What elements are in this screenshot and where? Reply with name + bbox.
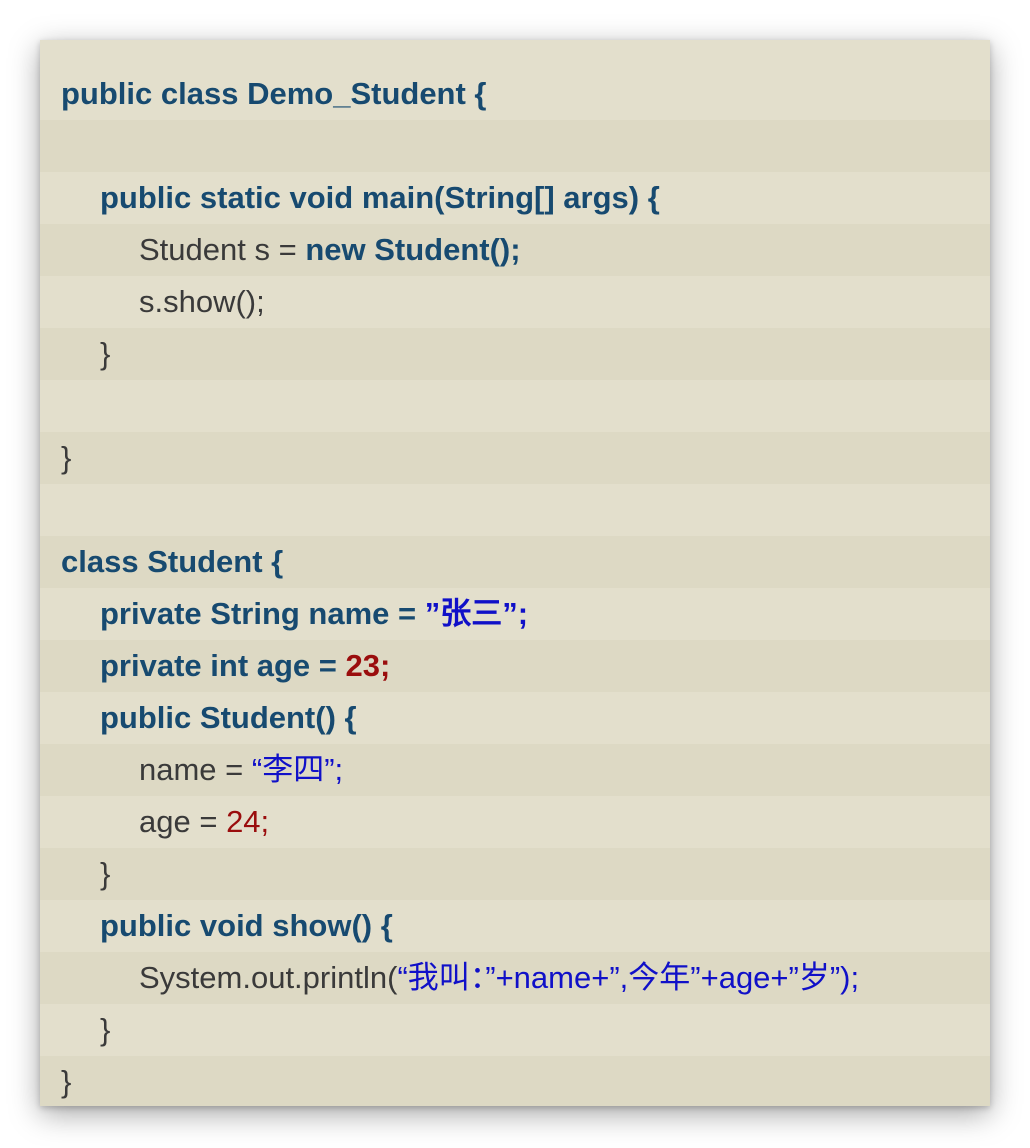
code-line: private int age = 23; (40, 640, 990, 692)
code-line: } (40, 432, 990, 484)
code-line (40, 484, 990, 536)
code-line: age = 24; (40, 796, 990, 848)
code-token-kw: class Student { (61, 544, 284, 579)
code-token-kw: public void show() { (100, 908, 393, 943)
code-line (40, 380, 990, 432)
code-line: System.out.println(“我叫：”+name+”,今年”+age+… (40, 952, 990, 1004)
code-token-kw: public static void main(String[] args) { (100, 180, 660, 215)
code-token-kw: public class Demo_Student { (61, 76, 487, 111)
code-token-plain: } (100, 1012, 111, 1047)
code-token-kw: public Student() { (100, 700, 357, 735)
code-line: } (40, 848, 990, 900)
code-block: public class Demo_Student { public static… (40, 40, 990, 1106)
code-token-plain: Student s = (139, 232, 306, 267)
code-line: } (40, 1004, 990, 1056)
code-token-plain: } (100, 336, 111, 371)
code-line: public class Demo_Student { (40, 68, 990, 120)
code-token-plain: } (100, 856, 111, 891)
code-line: class Student { (40, 536, 990, 588)
code-line: Student s = new Student(); (40, 224, 990, 276)
code-token-plain: age = (139, 804, 227, 839)
code-line: } (40, 328, 990, 380)
code-line: public Student() { (40, 692, 990, 744)
code-line: public static void main(String[] args) { (40, 172, 990, 224)
code-token-kw: private String name = (100, 596, 425, 631)
code-line: private String name = ”张三”; (40, 588, 990, 640)
code-token-plain: } (61, 440, 72, 475)
code-token-str: “李四”; (251, 752, 344, 787)
code-line: } (40, 1056, 990, 1106)
code-token-plain: } (61, 1064, 72, 1099)
code-token-num: 24; (226, 804, 270, 839)
code-line (40, 120, 990, 172)
code-token-plain: System.out.println( (139, 960, 398, 995)
code-token-numb: 23; (345, 648, 391, 683)
code-line: s.show(); (40, 276, 990, 328)
code-token-plain: name = (139, 752, 252, 787)
code-token-strb: ”张三”; (424, 596, 529, 631)
code-token-plain: s.show(); (139, 284, 265, 319)
page: public class Demo_Student { public static… (0, 0, 1030, 1148)
code-token-kw: private int age = (100, 648, 346, 683)
code-token-kw: new Student(); (305, 232, 521, 267)
code-token-str: “我叫：”+name+”,今年”+age+”岁”); (397, 960, 860, 995)
code-line: public void show() { (40, 900, 990, 952)
code-padding-row (40, 40, 990, 68)
code-line: name = “李四”; (40, 744, 990, 796)
